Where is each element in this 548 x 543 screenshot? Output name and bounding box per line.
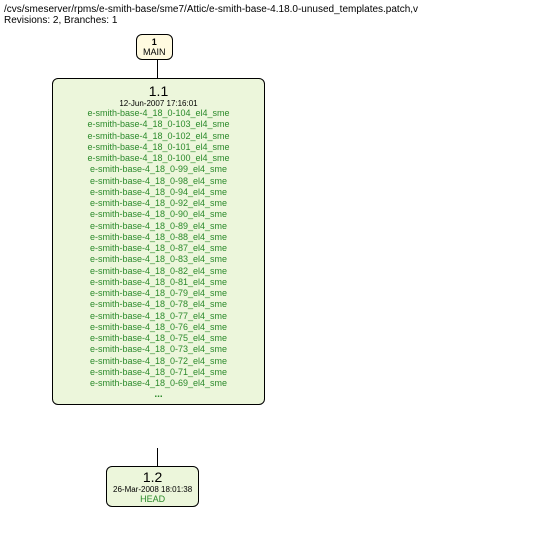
tag-line: e-smith-base-4_18_0-71_el4_sme	[61, 367, 256, 378]
revision-1-1-label: 1.1	[61, 83, 256, 99]
tag-line: e-smith-base-4_18_0-69_el4_sme	[61, 378, 256, 389]
tag-line: e-smith-base-4_18_0-83_el4_sme	[61, 254, 256, 265]
tag-line: e-smith-base-4_18_0-73_el4_sme	[61, 344, 256, 355]
tag-line: e-smith-base-4_18_0-90_el4_sme	[61, 209, 256, 220]
tag-line: e-smith-base-4_18_0-101_el4_sme	[61, 142, 256, 153]
tag-line: e-smith-base-4_18_0-78_el4_sme	[61, 299, 256, 310]
revision-graph: 1 MAIN 1.1 12-Jun-2007 17:16:01 e-smith-…	[4, 32, 544, 532]
tag-line: e-smith-base-4_18_0-99_el4_sme	[61, 164, 256, 175]
revision-1-1-ellipsis: ...	[61, 389, 256, 400]
tag-line: e-smith-base-4_18_0-77_el4_sme	[61, 311, 256, 322]
branch-node-main: 1 MAIN	[136, 34, 173, 60]
tag-line: e-smith-base-4_18_0-72_el4_sme	[61, 356, 256, 367]
tag-line: e-smith-base-4_18_0-82_el4_sme	[61, 266, 256, 277]
tag-line: e-smith-base-4_18_0-87_el4_sme	[61, 243, 256, 254]
revision-node-1-2: 1.2 26-Mar-2008 18:01:38 HEAD	[106, 466, 199, 507]
branch-number: 1	[152, 37, 157, 47]
edge-1-1-to-1-2	[157, 448, 158, 466]
tag-line: e-smith-base-4_18_0-76_el4_sme	[61, 322, 256, 333]
tag-line: e-smith-base-4_18_0-88_el4_sme	[61, 232, 256, 243]
tag-line: e-smith-base-4_18_0-102_el4_sme	[61, 131, 256, 142]
revision-1-1-tags: e-smith-base-4_18_0-104_el4_smee-smith-b…	[61, 108, 256, 389]
tag-line: e-smith-base-4_18_0-98_el4_sme	[61, 176, 256, 187]
tag-line: e-smith-base-4_18_0-100_el4_sme	[61, 153, 256, 164]
tag-line: e-smith-base-4_18_0-79_el4_sme	[61, 288, 256, 299]
tag-line: e-smith-base-4_18_0-104_el4_sme	[61, 108, 256, 119]
revision-1-2-date: 26-Mar-2008 18:01:38	[113, 485, 192, 494]
tag-line: e-smith-base-4_18_0-81_el4_sme	[61, 277, 256, 288]
revision-node-1-1: 1.1 12-Jun-2007 17:16:01 e-smith-base-4_…	[52, 78, 265, 405]
revision-1-2-label: 1.2	[113, 469, 192, 485]
tag-line: e-smith-base-4_18_0-75_el4_sme	[61, 333, 256, 344]
tag-line: e-smith-base-4_18_0-94_el4_sme	[61, 187, 256, 198]
tag-line: e-smith-base-4_18_0-92_el4_sme	[61, 198, 256, 209]
edge-branch-to-1-1	[157, 60, 158, 78]
revision-1-1-date: 12-Jun-2007 17:16:01	[61, 99, 256, 108]
file-path: /cvs/smeserver/rpms/e-smith-base/sme7/At…	[4, 4, 544, 15]
tag-line: e-smith-base-4_18_0-103_el4_sme	[61, 119, 256, 130]
tag-line: e-smith-base-4_18_0-89_el4_sme	[61, 221, 256, 232]
revision-1-2-head: HEAD	[113, 494, 192, 504]
revisions-summary: Revisions: 2, Branches: 1	[4, 15, 544, 26]
branch-name: MAIN	[143, 47, 166, 57]
